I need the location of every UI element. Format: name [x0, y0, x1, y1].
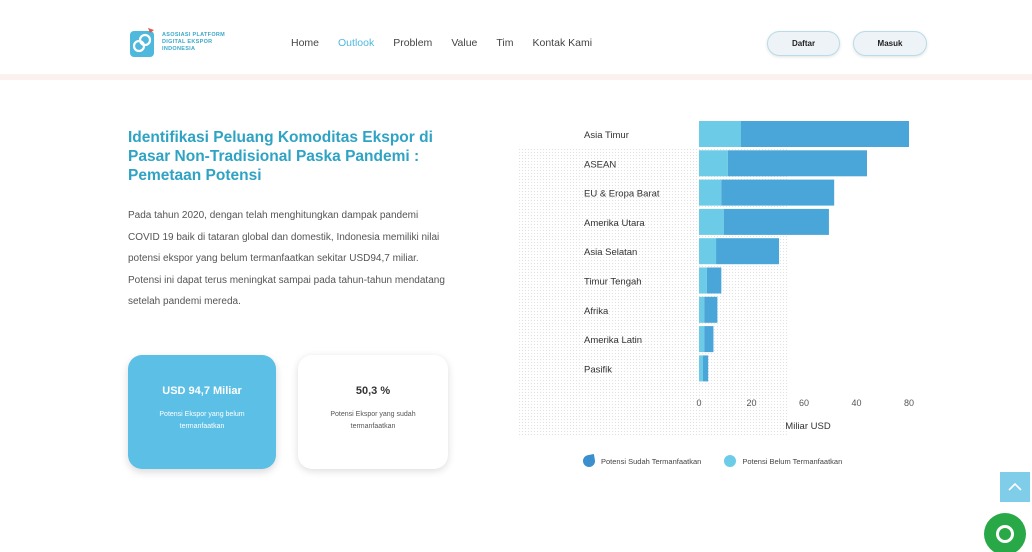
chat-button[interactable] [984, 513, 1026, 552]
bar-segment-belum[interactable] [699, 121, 741, 147]
x-tick-label: 80 [904, 398, 914, 408]
chevron-up-icon [1008, 482, 1022, 491]
stat-card-used: 50,3 % Potensi Ekspor yang sudah termanf… [298, 355, 448, 469]
bar-segment-sudah[interactable] [741, 121, 909, 147]
stat-card-unused-subtitle: Potensi Ekspor yang belum termanfaatkan [159, 411, 245, 430]
x-tick-label: 40 [851, 398, 861, 408]
legend-swatch-belum-icon [724, 455, 737, 467]
site-header: ASOSIASI PLATFORM DIGITAL EKSPOR INDONES… [0, 0, 1032, 80]
chart-dotted-background [518, 148, 788, 436]
chart-legend: Potensi Sudah Termanfaatkan Potensi Belu… [582, 454, 865, 468]
legend-swatch-sudah-icon [582, 454, 596, 468]
nav-problem[interactable]: Problem [393, 37, 432, 49]
stat-card-unused-title: USD 94,7 Miliar [162, 385, 242, 397]
section-headline: Identifikasi Peluang Komoditas Ekspor di… [128, 129, 433, 184]
nav-value[interactable]: Value [451, 37, 477, 49]
main-nav: Home Outlook Problem Value Tim Kontak Ka… [291, 37, 611, 49]
logo-mark-icon [128, 25, 156, 59]
logo-text: ASOSIASI PLATFORM DIGITAL EKSPOR INDONES… [162, 32, 225, 53]
chat-icon [996, 525, 1014, 543]
stat-card-unused: USD 94,7 Miliar Potensi Ekspor yang belu… [128, 355, 276, 469]
masuk-button[interactable]: Masuk [853, 31, 927, 56]
nav-kontak-kami[interactable]: Kontak Kami [533, 37, 593, 49]
logo-line-1: ASOSIASI PLATFORM [162, 31, 226, 38]
category-label: Asia Timur [584, 130, 629, 141]
nav-outlook[interactable]: Outlook [338, 37, 374, 49]
stat-card-used-subtitle: Potensi Ekspor yang sudah termanfaatkan [330, 411, 416, 430]
legend-item-sudah[interactable]: Potensi Sudah Termanfaatkan [582, 454, 702, 468]
x-axis-title: Miliar USD [785, 421, 831, 432]
scroll-to-top-button[interactable] [1000, 472, 1030, 502]
brand-logo[interactable]: ASOSIASI PLATFORM DIGITAL EKSPOR INDONES… [128, 22, 258, 62]
x-tick-label: 60 [799, 398, 809, 408]
stat-card-used-title: 50,3 % [355, 385, 391, 397]
legend-label-sudah: Potensi Sudah Termanfaatkan [601, 456, 702, 466]
nav-tim[interactable]: Tim [496, 37, 513, 49]
logo-line-2: DIGITAL EKSPOR [162, 38, 213, 45]
section-paragraph: Pada tahun 2020, dengan telah menghitung… [128, 210, 445, 307]
nav-home[interactable]: Home [291, 37, 319, 49]
legend-label-belum: Potensi Belum Termanfaatkan [742, 456, 843, 466]
legend-item-belum[interactable]: Potensi Belum Termanfaatkan [724, 455, 842, 467]
daftar-button[interactable]: Daftar [767, 31, 840, 56]
logo-line-3: INDONESIA [162, 45, 196, 52]
